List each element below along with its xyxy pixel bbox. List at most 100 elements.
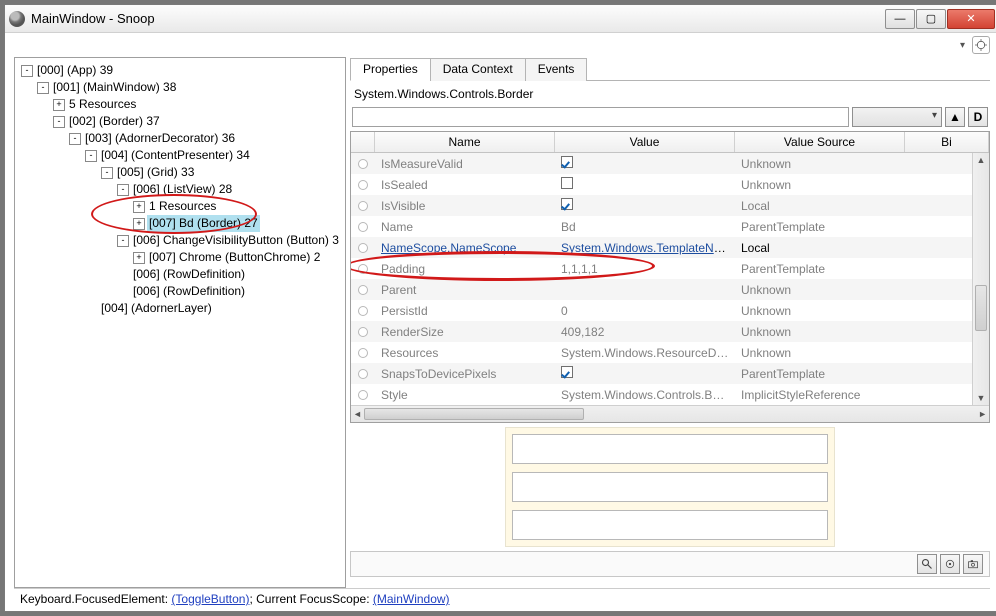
property-row[interactable]: PersistId0Unknown (351, 300, 972, 321)
property-row[interactable]: IsVisibleLocal (351, 195, 972, 216)
property-value-cell[interactable] (555, 366, 735, 381)
tree-node[interactable]: -[004] (ContentPresenter) 34 (17, 147, 343, 164)
tree-node-label: [003] (AdornerDecorator) 36 (83, 130, 237, 147)
breakpoint-radio[interactable] (358, 306, 368, 316)
titlebar[interactable]: MainWindow - Snoop — ▢ ✕ (5, 5, 996, 33)
property-value-cell[interactable] (555, 156, 735, 171)
col-header-binding[interactable]: Bi (905, 132, 989, 152)
toolbar-dropdown-icon[interactable]: ▾ (960, 40, 968, 51)
property-value-cell[interactable]: Bd (555, 220, 735, 234)
tree-node[interactable]: -[002] (Border) 37 (17, 113, 343, 130)
scroll-right-icon[interactable]: ► (978, 409, 987, 419)
collapse-icon[interactable]: - (101, 167, 113, 179)
expand-icon[interactable]: + (53, 99, 65, 111)
defaults-toggle-button[interactable]: D (968, 107, 988, 127)
tree-node[interactable]: [006] (RowDefinition) (17, 283, 343, 300)
col-header-radio[interactable] (351, 132, 375, 152)
tab-events[interactable]: Events (525, 58, 588, 81)
preview-slot[interactable] (512, 472, 828, 502)
h-scrollbar-thumb[interactable] (364, 408, 584, 420)
preview-slot[interactable] (512, 434, 828, 464)
collapse-icon[interactable]: - (21, 65, 33, 77)
expand-icon[interactable]: + (133, 252, 145, 264)
property-value-cell[interactable]: 409,182 (555, 325, 735, 339)
property-row[interactable]: ParentUnknown (351, 279, 972, 300)
breakpoint-radio[interactable] (358, 327, 368, 337)
property-value-cell[interactable] (555, 177, 735, 192)
breakpoint-radio[interactable] (358, 390, 368, 400)
tree-node[interactable]: -[003] (AdornerDecorator) 36 (17, 130, 343, 147)
property-name-cell: RenderSize (375, 325, 555, 339)
breakpoint-radio[interactable] (358, 243, 368, 253)
property-row[interactable]: IsSealedUnknown (351, 174, 972, 195)
scrollbar-thumb[interactable] (975, 285, 987, 331)
property-value-cell[interactable] (555, 198, 735, 213)
value-source-cell: ParentTemplate (735, 367, 905, 381)
tree-node[interactable]: [004] (AdornerLayer) (17, 300, 343, 317)
col-header-value[interactable]: Value (555, 132, 735, 152)
preview-slot[interactable] (512, 510, 828, 540)
checkbox-checked-icon[interactable] (561, 156, 573, 168)
collapse-icon[interactable]: - (69, 133, 81, 145)
checkbox-checked-icon[interactable] (561, 198, 573, 210)
property-row[interactable]: IsMeasureValidUnknown (351, 153, 972, 174)
tab-data-context[interactable]: Data Context (430, 58, 526, 81)
tree-node[interactable]: +[007] Chrome (ButtonChrome) 2 (17, 249, 343, 266)
visual-tree[interactable]: -[000] (App) 39-[001] (MainWindow) 38+5 … (14, 57, 346, 588)
scroll-left-icon[interactable]: ◄ (353, 409, 362, 419)
snapshot-button[interactable] (963, 554, 983, 574)
filter-dropdown[interactable] (852, 107, 942, 127)
property-row[interactable]: NameBdParentTemplate (351, 216, 972, 237)
tree-node[interactable]: -[006] ChangeVisibilityButton (Button) 3 (17, 232, 343, 249)
close-button[interactable]: ✕ (947, 9, 995, 29)
focused-element-link[interactable]: (ToggleButton) (171, 592, 249, 606)
property-value-cell[interactable]: System.Windows.Controls.Bord (555, 388, 735, 402)
vertical-scrollbar[interactable]: ▲ ▼ (972, 153, 989, 405)
collapse-icon[interactable]: - (85, 150, 97, 162)
tab-properties[interactable]: Properties (350, 58, 431, 81)
breakpoint-radio[interactable] (358, 201, 368, 211)
col-header-source[interactable]: Value Source (735, 132, 905, 152)
collapse-icon[interactable]: - (53, 116, 65, 128)
breakpoint-radio[interactable] (358, 285, 368, 295)
scroll-down-icon[interactable]: ▼ (977, 393, 986, 403)
checkbox-unchecked-icon[interactable] (561, 177, 573, 189)
filter-input[interactable] (352, 107, 849, 127)
breakpoint-radio[interactable] (358, 348, 368, 358)
scroll-up-icon[interactable]: ▲ (977, 155, 986, 165)
collapse-icon[interactable]: - (117, 184, 129, 196)
property-row[interactable]: StyleSystem.Windows.Controls.BordImplici… (351, 384, 972, 405)
tree-node[interactable]: +5 Resources (17, 96, 343, 113)
breakpoint-radio[interactable] (358, 159, 368, 169)
property-row[interactable]: SnapsToDevicePixelsParentTemplate (351, 363, 972, 384)
value-source-cell: Unknown (735, 178, 905, 192)
property-row[interactable]: ResourcesSystem.Windows.ResourceDictiUnk… (351, 342, 972, 363)
tree-node[interactable]: [006] (RowDefinition) (17, 266, 343, 283)
camera-icon (967, 558, 979, 570)
breakpoint-radio[interactable] (358, 222, 368, 232)
tree-node[interactable]: -[000] (App) 39 (17, 62, 343, 79)
zoom-button[interactable] (917, 554, 937, 574)
target-picker-button[interactable] (972, 36, 990, 54)
property-row[interactable]: RenderSize409,182Unknown (351, 321, 972, 342)
horizontal-scrollbar[interactable]: ◄ ► (351, 405, 989, 422)
property-value-cell[interactable]: System.Windows.ResourceDicti (555, 346, 735, 360)
collapse-icon[interactable]: - (117, 235, 129, 247)
focus-scope-link[interactable]: (MainWindow) (373, 592, 450, 606)
property-value-cell[interactable]: 0 (555, 304, 735, 318)
col-header-name[interactable]: Name (375, 132, 555, 152)
maximize-button[interactable]: ▢ (916, 9, 946, 29)
target-button[interactable] (940, 554, 960, 574)
breakpoint-radio[interactable] (358, 180, 368, 190)
grid-body[interactable]: IsMeasureValidUnknownIsSealedUnknownIsVi… (351, 153, 972, 405)
annotation-ellipse-2 (351, 251, 655, 281)
tree-node-label: [002] (Border) 37 (67, 113, 162, 130)
tree-node[interactable]: -[001] (MainWindow) 38 (17, 79, 343, 96)
sort-direction-button[interactable]: ▲ (945, 107, 965, 127)
breakpoint-radio[interactable] (358, 369, 368, 379)
window-title: MainWindow - Snoop (31, 11, 885, 26)
tree-node[interactable]: -[005] (Grid) 33 (17, 164, 343, 181)
minimize-button[interactable]: — (885, 9, 915, 29)
collapse-icon[interactable]: - (37, 82, 49, 94)
checkbox-checked-icon[interactable] (561, 366, 573, 378)
